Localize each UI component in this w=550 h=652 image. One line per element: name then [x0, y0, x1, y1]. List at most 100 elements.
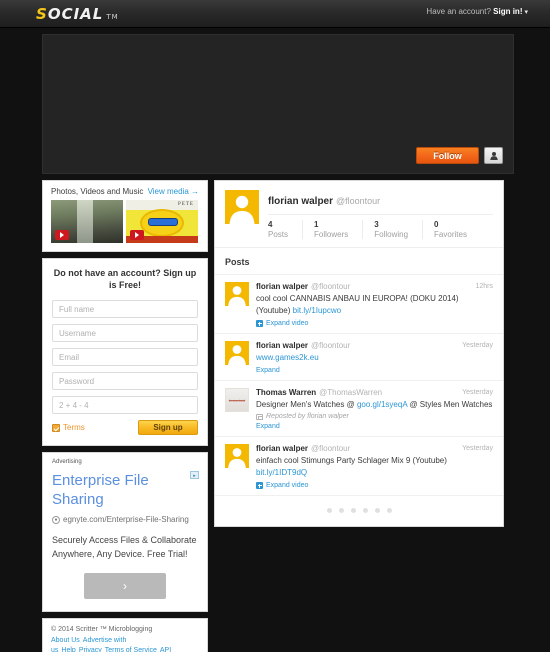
default-avatar-icon: [225, 282, 249, 306]
stat-following[interactable]: 3 Following: [374, 220, 424, 239]
expand-video-toggle[interactable]: Expand video: [256, 320, 493, 327]
avatar[interactable]: Luxotod: [225, 388, 249, 412]
footer-link-terms[interactable]: Terms of Service: [105, 647, 157, 652]
ad-url-row: ● egnyte.com/Enterprise-File-Sharing: [52, 515, 198, 524]
logo-text: OCIAL: [47, 4, 104, 23]
photo-avatar-image: Luxotod: [225, 388, 249, 412]
post-author-name[interactable]: florian walper: [256, 444, 308, 453]
media-widget-header: Photos, Videos and Music View media →: [43, 181, 207, 200]
stat-followers[interactable]: 1 Followers: [314, 220, 364, 239]
post-author-handle: @floontour: [311, 282, 351, 291]
thumbnail-caption: PETE: [126, 200, 198, 210]
signup-heading: Do not have an account? Sign up is Free!: [53, 268, 197, 290]
profile-cover-banner: Follow: [42, 34, 514, 174]
profile-header-info: florian walper @floontour 4 Posts 1 Follo…: [268, 190, 493, 239]
expand-label: Expand: [256, 367, 280, 374]
video-thumbnail[interactable]: PETE: [126, 200, 198, 243]
stat-favorites[interactable]: 0 Favorites: [434, 220, 481, 239]
post-author-row: florian walper @floontour: [256, 282, 493, 291]
logo-letter-s: S: [36, 4, 48, 23]
avatar[interactable]: [225, 341, 249, 365]
footer-link-privacy[interactable]: Privacy: [79, 647, 102, 652]
ad-cta-button[interactable]: ›: [84, 573, 166, 599]
post-timestamp: Yesterday: [462, 445, 493, 452]
stat-posts[interactable]: 4 Posts: [268, 220, 304, 239]
avatar[interactable]: [225, 444, 249, 468]
terms-link[interactable]: Terms: [63, 423, 85, 432]
advertisement-card: Advertising ▸ Enterprise File Sharing ● …: [42, 452, 208, 612]
expand-label: Expand: [256, 423, 280, 430]
media-widget: Photos, Videos and Music View media → PE…: [42, 180, 208, 252]
post-text: Designer Men's Watches @ goo.gl/1syeqA @…: [256, 399, 493, 411]
globe-icon: ●: [52, 515, 60, 524]
signup-button[interactable]: Sign up: [138, 420, 198, 435]
video-thumbnail[interactable]: [51, 200, 123, 243]
captcha-input[interactable]: 2 + 4 - 4: [52, 396, 198, 414]
expand-toggle[interactable]: Expand: [256, 367, 493, 374]
post-author-row: florian walper @floontour: [256, 444, 493, 453]
post-body: Thomas Warren @ThomasWarren Designer Men'…: [256, 388, 493, 430]
post-link[interactable]: goo.gl/1syeqA: [357, 400, 407, 409]
post-text-body: cool cool CANNABIS ANBAU IN EUROPA! (DOK…: [256, 294, 459, 315]
profile-card: florian walper @floontour 4 Posts 1 Follo…: [214, 180, 504, 527]
post-link[interactable]: bit.ly/1IDT9dQ: [256, 468, 307, 477]
post-text-tail: @ Styles Men Watches: [407, 400, 493, 409]
password-input[interactable]: Password: [52, 372, 198, 390]
view-media-link[interactable]: View media →: [148, 187, 199, 196]
expand-video-toggle[interactable]: Expand video: [256, 482, 493, 489]
pagination-dot[interactable]: [338, 508, 344, 513]
post-text-body: Designer Men's Watches @: [256, 400, 357, 409]
ad-title[interactable]: Enterprise File Sharing: [52, 471, 198, 509]
follow-button[interactable]: Follow: [416, 147, 479, 164]
pagination-dot[interactable]: [374, 508, 380, 513]
page-body: Follow Photos, Videos and Music View med…: [0, 34, 550, 652]
post-author-handle: @ThomasWarren: [319, 388, 383, 397]
plus-icon: [256, 320, 263, 327]
pagination-dot[interactable]: [326, 508, 332, 513]
person-icon-button[interactable]: [484, 147, 503, 164]
post-link[interactable]: www.games2k.eu: [256, 353, 319, 362]
pagination-dot[interactable]: [386, 508, 392, 513]
footer-link-api[interactable]: API: [160, 647, 171, 652]
youtube-play-icon: [55, 230, 69, 240]
stat-favorites-count: 0: [434, 220, 439, 229]
post-timestamp: 12hrs: [475, 283, 493, 290]
profile-handle: @floontour: [336, 196, 381, 206]
signup-form: Do not have an account? Sign up is Free!…: [43, 259, 207, 445]
avatar[interactable]: [225, 190, 259, 224]
content-columns: Photos, Videos and Music View media → PE…: [0, 174, 550, 652]
signin-link[interactable]: Sign in!: [493, 7, 522, 16]
pagination-dot[interactable]: [350, 508, 356, 513]
expand-toggle[interactable]: Expand: [256, 423, 493, 430]
email-input[interactable]: Email: [52, 348, 198, 366]
expand-label: Expand video: [266, 320, 309, 327]
post-author-name[interactable]: florian walper: [256, 282, 308, 291]
post-link[interactable]: bit.ly/1Iupcwo: [293, 306, 341, 315]
media-thumbnails: PETE: [43, 200, 207, 251]
username-input[interactable]: Username: [52, 324, 198, 342]
pagination-dot[interactable]: [362, 508, 368, 513]
signup-footer-row: Terms Sign up: [52, 420, 198, 435]
footer-link-about-us[interactable]: About Us: [51, 637, 80, 644]
terms-row[interactable]: Terms: [52, 423, 85, 432]
post-body: florian walper @floontour einfach cool St…: [256, 444, 493, 489]
post-author-row: Thomas Warren @ThomasWarren: [256, 388, 493, 397]
footer-link-help[interactable]: Help: [61, 647, 75, 652]
pagination-dots[interactable]: [215, 495, 503, 526]
terms-checkbox[interactable]: [52, 423, 60, 432]
ad-url[interactable]: egnyte.com/Enterprise-File-Sharing: [63, 515, 189, 524]
post-text: cool cool CANNABIS ANBAU IN EUROPA! (DOK…: [256, 293, 493, 317]
site-logo[interactable]: S OCIAL TM: [36, 5, 119, 23]
full-name-input[interactable]: Full name: [52, 300, 198, 318]
post-author-name[interactable]: Thomas Warren: [256, 388, 316, 397]
signin-area[interactable]: Have an account? Sign in! ▾: [426, 7, 528, 16]
adchoices-icon[interactable]: ▸: [190, 471, 199, 479]
post-author-name[interactable]: florian walper: [256, 341, 308, 350]
copyright-text: © 2014 Scritter ™ Microblogging: [51, 626, 153, 633]
avatar[interactable]: [225, 282, 249, 306]
site-footer: © 2014 Scritter ™ Microblogging About Us…: [43, 619, 207, 652]
chevron-down-icon[interactable]: ▾: [524, 9, 528, 16]
post-item: florian walper @floontour einfach cool St…: [215, 436, 503, 495]
profile-header: florian walper @floontour 4 Posts 1 Follo…: [215, 181, 503, 239]
post-timestamp: Yesterday: [462, 342, 493, 349]
